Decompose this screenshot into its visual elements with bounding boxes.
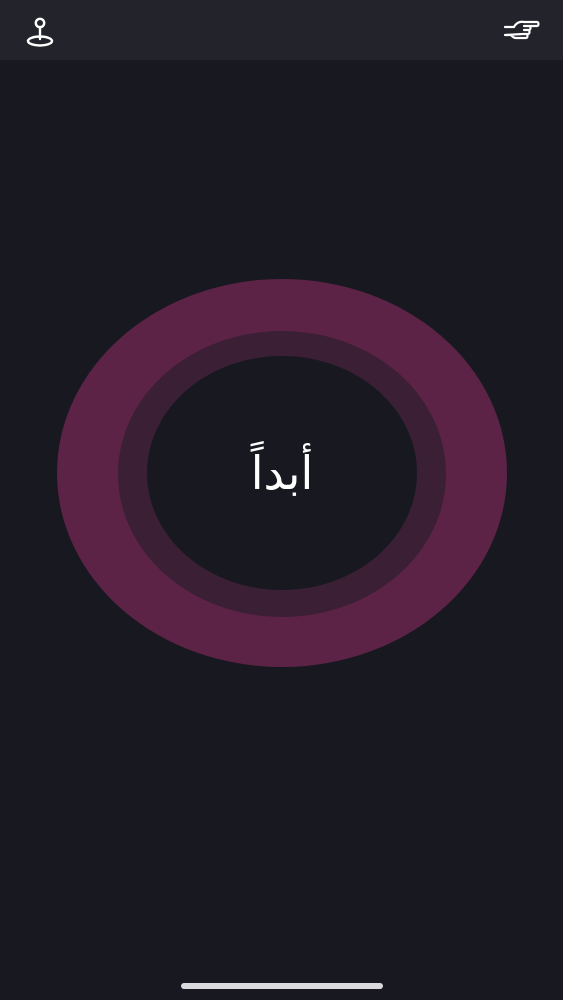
home-indicator[interactable] [181,983,383,989]
center-word: أبداً [250,446,314,500]
top-bar [0,0,563,60]
hint-button[interactable] [501,12,541,52]
pointing-hand-icon [502,17,540,47]
joystick-icon [23,15,57,49]
joystick-button[interactable] [20,12,60,52]
game-screen: أبداً [0,0,563,1000]
